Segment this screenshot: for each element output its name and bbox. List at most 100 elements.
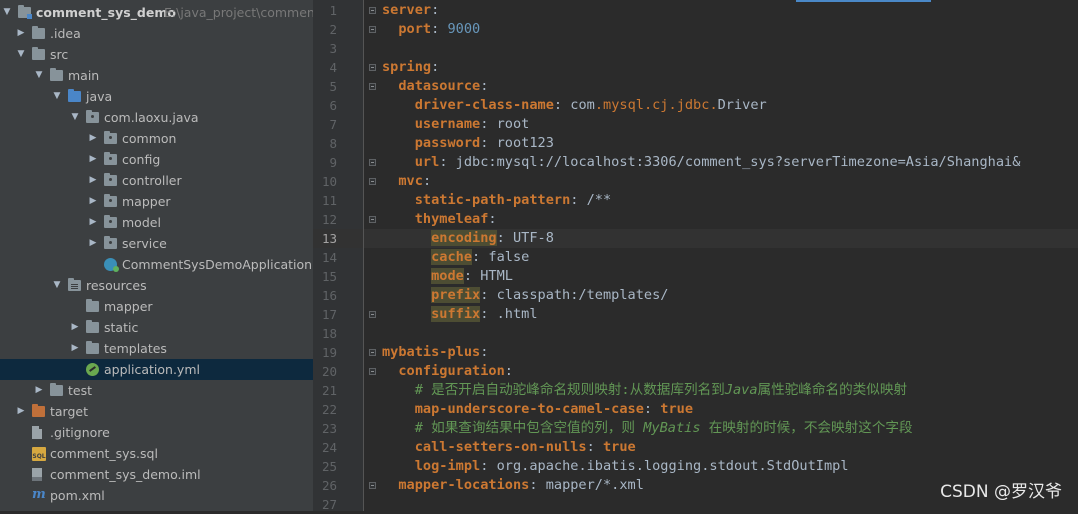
- tree-item-static[interactable]: ▶ static: [0, 317, 313, 338]
- tree-item-src[interactable]: ▼ src: [0, 44, 313, 65]
- code-line[interactable]: username: root: [382, 115, 1078, 134]
- tree-item-comment-sys-demo[interactable]: ▼ comment_sys_demoE:\java_project\comment…: [0, 2, 313, 23]
- code-line[interactable]: map-underscore-to-camel-case: true: [382, 400, 1078, 419]
- package-icon: [104, 194, 117, 207]
- code-line[interactable]: # 是否开启自动驼峰命名规则映射:从数据库列名到Java属性驼峰命名的类似映射: [382, 381, 1078, 400]
- chevron-right-icon[interactable]: ▶: [88, 149, 98, 170]
- code-line[interactable]: log-impl: org.apache.ibatis.logging.stdo…: [382, 457, 1078, 476]
- tree-item-main[interactable]: ▼ main: [0, 65, 313, 86]
- code-line[interactable]: configuration:: [382, 362, 1078, 381]
- folder-icon: [86, 320, 99, 333]
- chevron-right-icon[interactable]: ▶: [88, 191, 98, 212]
- text-file-icon: [32, 426, 42, 439]
- line-number: 18: [321, 326, 337, 341]
- line-number: 10: [321, 174, 337, 189]
- resources-folder-icon: [68, 278, 81, 291]
- line-number: 22: [321, 402, 337, 417]
- tree-item-label: test: [68, 383, 93, 398]
- code-line[interactable]: datasource:: [382, 77, 1078, 96]
- tree-item-comment-sys-sql[interactable]: SQL comment_sys.sql: [0, 443, 313, 464]
- code-line[interactable]: mybatis-plus:: [382, 343, 1078, 362]
- tree-item-service[interactable]: ▶ service: [0, 233, 313, 254]
- tree-item-application-yml[interactable]: application.yml: [0, 359, 313, 380]
- tree-item-commentsysdemoapplication[interactable]: CommentSysDemoApplication: [0, 254, 313, 275]
- code-line[interactable]: mode: HTML: [382, 267, 1078, 286]
- tree-item-label: comment_sys.sql: [50, 446, 158, 461]
- code-line[interactable]: spring:: [382, 58, 1078, 77]
- code-line[interactable]: # 如果查询结果中包含空值的列，则 MyBatis 在映射的时候，不会映射这个字…: [382, 419, 1078, 438]
- chevron-down-icon[interactable]: ▼: [34, 65, 44, 86]
- tree-item-resources[interactable]: ▼ resources: [0, 275, 313, 296]
- line-number: 11: [321, 193, 337, 208]
- chevron-down-icon[interactable]: ▼: [70, 107, 80, 128]
- chevron-right-icon[interactable]: ▶: [16, 23, 26, 44]
- code-line[interactable]: [382, 495, 1078, 511]
- chevron-down-icon[interactable]: ▼: [52, 86, 62, 107]
- tree-item-idea[interactable]: ▶ .idea: [0, 23, 313, 44]
- code-line[interactable]: url: jdbc:mysql://localhost:3306/comment…: [382, 153, 1078, 172]
- code-line[interactable]: server:: [382, 1, 1078, 20]
- code-line[interactable]: mapper-locations: mapper/*.xml: [382, 476, 1078, 495]
- code-line[interactable]: cache: false: [382, 248, 1078, 267]
- code-line[interactable]: thymeleaf:: [382, 210, 1078, 229]
- code-line[interactable]: driver-class-name: com.mysql.cj.jdbc.Dri…: [382, 96, 1078, 115]
- folder-icon: [50, 68, 63, 81]
- sql-file-icon: SQL: [32, 447, 46, 461]
- chevron-down-icon[interactable]: ▼: [16, 44, 26, 65]
- code-line[interactable]: password: root123: [382, 134, 1078, 153]
- tree-item-config[interactable]: ▶ config: [0, 149, 313, 170]
- tree-item-java[interactable]: ▼ java: [0, 86, 313, 107]
- package-icon: [86, 110, 99, 123]
- tree-item-label: application.yml: [104, 362, 200, 377]
- tree-item-common[interactable]: ▶ common: [0, 128, 313, 149]
- chevron-right-icon[interactable]: ▶: [88, 170, 98, 191]
- project-tree[interactable]: ▼ comment_sys_demoE:\java_project\comment…: [0, 0, 313, 511]
- code-line[interactable]: [382, 39, 1078, 58]
- tree-item-model[interactable]: ▶ model: [0, 212, 313, 233]
- code-line[interactable]: suffix: .html: [382, 305, 1078, 324]
- tree-item-templates[interactable]: ▶ templates: [0, 338, 313, 359]
- tree-item-label: pom.xml: [50, 488, 105, 503]
- code-editor[interactable]: server: port: 9000 spring: datasource: dr…: [364, 0, 1078, 511]
- code-line[interactable]: mvc:: [382, 172, 1078, 191]
- tree-item-comment-sys-demo-iml[interactable]: comment_sys_demo.iml: [0, 464, 313, 485]
- chevron-right-icon[interactable]: ▶: [70, 338, 80, 359]
- chevron-down-icon[interactable]: ▼: [52, 275, 62, 296]
- code-line[interactable]: static-path-pattern: /**: [382, 191, 1078, 210]
- code-line[interactable]: prefix: classpath:/templates/: [382, 286, 1078, 305]
- tree-item-test[interactable]: ▶ test: [0, 380, 313, 401]
- tree-item-com-laoxu-java[interactable]: ▼ com.laoxu.java: [0, 107, 313, 128]
- code-line[interactable]: [382, 324, 1078, 343]
- chevron-right-icon[interactable]: ▶: [88, 233, 98, 254]
- line-number: 26: [321, 478, 337, 493]
- tree-item-pom-xml[interactable]: m pom.xml: [0, 485, 313, 506]
- tree-item-target[interactable]: ▶ target: [0, 401, 313, 422]
- chevron-right-icon[interactable]: ▶: [88, 212, 98, 233]
- chevron-right-icon[interactable]: ▶: [70, 317, 80, 338]
- chevron-down-icon[interactable]: ▼: [2, 2, 12, 23]
- line-number: 3: [329, 41, 337, 56]
- line-number: 19: [321, 345, 337, 360]
- line-number: 14: [321, 250, 337, 265]
- line-number: 20: [321, 364, 337, 379]
- tree-item-mapper[interactable]: ▶ mapper: [0, 191, 313, 212]
- chevron-right-icon[interactable]: ▶: [88, 128, 98, 149]
- code-line[interactable]: port: 9000: [382, 20, 1078, 39]
- line-number: 25: [321, 459, 337, 474]
- folder-icon: [50, 383, 63, 396]
- line-number: 12: [321, 212, 337, 227]
- code-line[interactable]: encoding: UTF-8: [382, 229, 1078, 248]
- chevron-right-icon[interactable]: ▶: [16, 401, 26, 422]
- package-icon: [104, 215, 117, 228]
- line-number: 16: [321, 288, 337, 303]
- tree-item-gitignore[interactable]: .gitignore: [0, 422, 313, 443]
- code-line[interactable]: call-setters-on-nulls: true: [382, 438, 1078, 457]
- tree-item-label: java: [86, 89, 113, 104]
- line-number: 9: [329, 155, 337, 170]
- line-number: 24: [321, 440, 337, 455]
- package-icon: [104, 131, 117, 144]
- tree-item-mapper[interactable]: mapper: [0, 296, 313, 317]
- tree-item-label: target: [50, 404, 89, 419]
- chevron-right-icon[interactable]: ▶: [34, 380, 44, 401]
- tree-item-controller[interactable]: ▶ controller: [0, 170, 313, 191]
